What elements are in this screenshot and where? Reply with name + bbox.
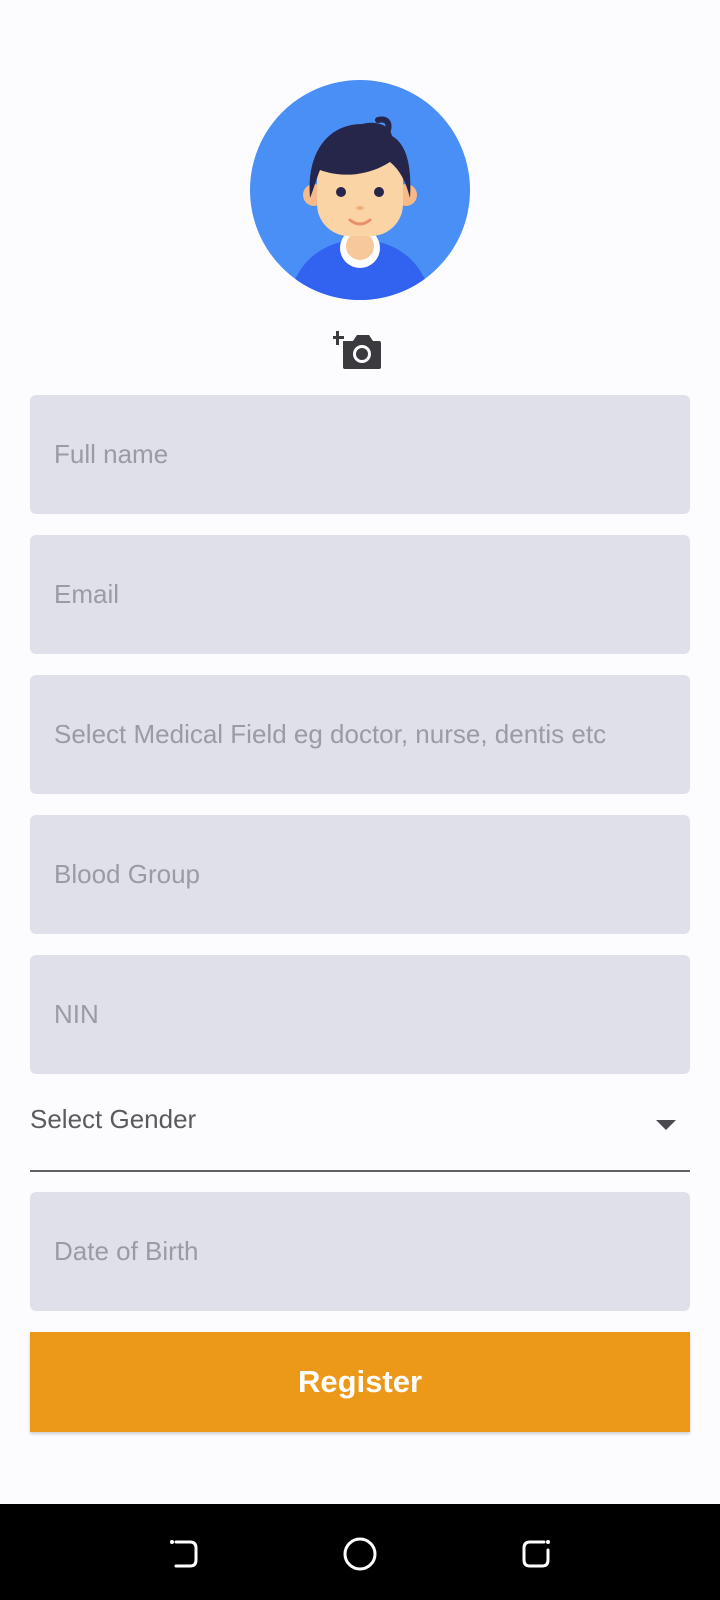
gender-dropdown[interactable]: Select Gender	[30, 1090, 690, 1172]
back-icon	[170, 1540, 198, 1568]
email-placeholder: Email	[54, 579, 120, 609]
nin-field[interactable]: NIN	[30, 955, 690, 1074]
medical-field-placeholder: Select Medical Field eg doctor, nurse, d…	[54, 719, 607, 749]
gender-dropdown-label: Select Gender	[30, 1104, 197, 1134]
recents-button[interactable]	[516, 1534, 556, 1574]
dropdown-arrow-icon	[656, 1120, 676, 1130]
email-field[interactable]: Email	[30, 535, 690, 654]
date-of-birth-placeholder: Date of Birth	[54, 1236, 199, 1266]
avatar[interactable]	[250, 80, 470, 300]
add-photo-camera-icon	[331, 331, 381, 369]
date-of-birth-field[interactable]: Date of Birth	[30, 1192, 690, 1311]
register-button[interactable]: Register	[30, 1332, 690, 1432]
status-bar	[0, 0, 720, 70]
home-icon	[343, 1537, 377, 1571]
system-nav-bar	[0, 1504, 720, 1600]
user-avatar-icon	[250, 80, 470, 300]
nin-placeholder: NIN	[54, 999, 99, 1029]
add-photo-button[interactable]	[331, 325, 387, 373]
medical-field-input[interactable]: Select Medical Field eg doctor, nurse, d…	[30, 675, 690, 794]
blood-group-placeholder: Blood Group	[54, 859, 200, 889]
full-name-field[interactable]: Full name	[30, 395, 690, 514]
back-button[interactable]	[164, 1534, 204, 1574]
recents-icon	[522, 1540, 550, 1568]
blood-group-field[interactable]: Blood Group	[30, 815, 690, 934]
full-name-placeholder: Full name	[54, 439, 169, 469]
home-button[interactable]	[340, 1534, 380, 1574]
